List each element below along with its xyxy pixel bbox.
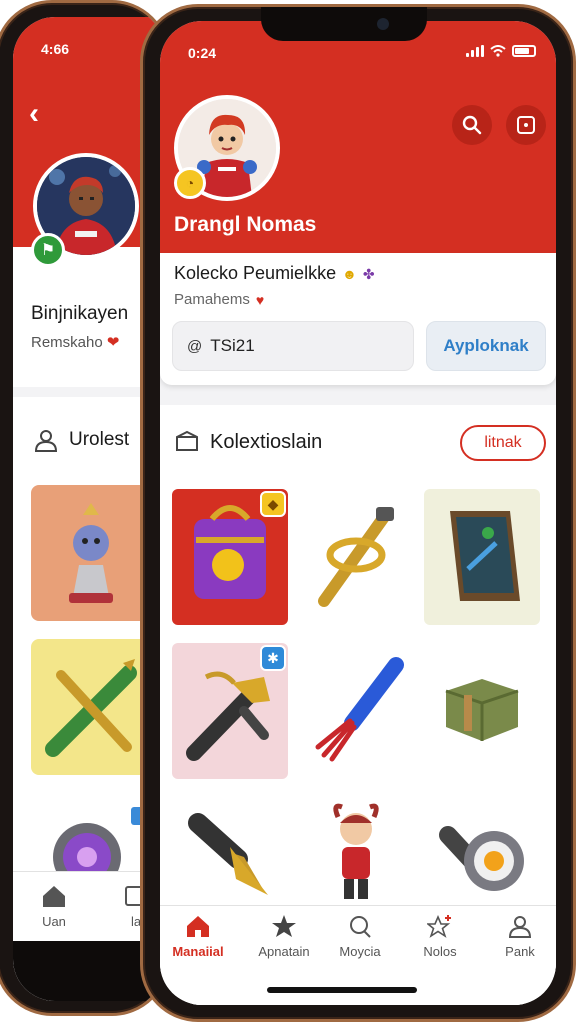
collection-item[interactable]: [172, 797, 288, 905]
code-value: TSi21: [210, 336, 255, 355]
tab-profile[interactable]: Pank: [482, 914, 556, 959]
card-subtitle: Pamahems ♥: [174, 291, 264, 308]
collection-item[interactable]: [298, 489, 414, 625]
tab-home[interactable]: Manaiial: [160, 914, 236, 959]
section-header: Urolest: [33, 427, 129, 453]
collection-item[interactable]: [31, 485, 151, 621]
tab-label: Uan: [42, 914, 66, 929]
search-icon: [350, 916, 371, 938]
collection-item[interactable]: [298, 797, 414, 905]
collection-item[interactable]: [424, 489, 540, 625]
tab-bar: Manaiial Apnatain Moycia Nolos Pank: [160, 905, 556, 971]
tab-label: Apnatain: [258, 944, 310, 959]
level-badge-icon: ◔: [174, 167, 206, 199]
star-plus-icon: [427, 914, 451, 938]
wifi-icon: [490, 45, 506, 57]
tab-favorites[interactable]: Apnatain: [246, 914, 322, 959]
tab-label: Moycia: [339, 944, 381, 959]
home-icon: [43, 886, 65, 907]
card-title-text: Kolecko Peumielkke: [174, 263, 337, 283]
tab-home[interactable]: Uan: [41, 884, 67, 929]
trophy-item-image: [69, 503, 113, 603]
profile-subtitle: Remskaho ❤: [31, 334, 120, 351]
section-title: Kolextioslain: [210, 430, 323, 453]
section-title: Urolest: [69, 429, 130, 450]
torch-item-image: [315, 657, 404, 762]
status-time: 4:66: [41, 41, 70, 57]
code-input[interactable]: @ TSi21: [172, 321, 414, 371]
tab-label: Pank: [505, 944, 535, 959]
puzzle-icon: ✤: [362, 265, 375, 282]
heart-gift-icon: ♥: [255, 291, 265, 308]
tab-label: Nolos: [423, 944, 457, 959]
tab-search[interactable]: Moycia: [322, 914, 398, 959]
crossed-tools-item-image: [45, 659, 137, 757]
collection-item[interactable]: ✱: [172, 643, 288, 779]
smiley-icon: ☻: [342, 265, 357, 282]
person-icon: [508, 916, 532, 938]
star-icon: [272, 915, 296, 937]
section-header: Kolextioslain: [174, 429, 322, 455]
search-icon: [462, 115, 482, 135]
front-phone: 0:24 ◔ Drangl Nomas Kolecko Peumielkke ☻…: [140, 4, 576, 1022]
sun-device-item-image: [439, 826, 524, 891]
profile-name: Binjnikayen: [31, 303, 129, 324]
back-arrow-icon[interactable]: ‹: [29, 97, 39, 131]
drill-item-image: [188, 813, 268, 895]
status-bar: 0:24: [160, 21, 556, 65]
collection-item[interactable]: [31, 639, 151, 775]
collection-item[interactable]: [424, 797, 540, 905]
front-phone-screen: 0:24 ◔ Drangl Nomas Kolecko Peumielkke ☻…: [160, 21, 556, 1005]
crate-item-image: [445, 679, 519, 741]
heart-icon: ❤: [106, 334, 120, 351]
tab-label: Manaiial: [172, 944, 224, 959]
home-indicator[interactable]: [267, 987, 417, 993]
key-item-image: [318, 507, 394, 607]
profile-username: Drangl Nomas: [174, 213, 317, 236]
card-title: Kolecko Peumielkke ☻ ✤: [174, 263, 375, 284]
menu-button[interactable]: [506, 105, 546, 145]
section-filter-button[interactable]: litnak: [460, 425, 546, 461]
status-bar: 4:66: [13, 17, 167, 61]
card-subtitle-text: Pamahems: [174, 291, 250, 308]
user-icon: [34, 430, 58, 452]
snowflake-icon: ✱: [260, 645, 286, 671]
collection-item[interactable]: ◆: [172, 489, 288, 625]
battery-icon: [512, 45, 536, 57]
home-icon: [187, 916, 209, 937]
tab-new[interactable]: Nolos: [402, 914, 478, 959]
status-time: 0:24: [188, 45, 217, 61]
status-icons: [466, 45, 536, 57]
at-icon: @: [187, 337, 203, 355]
collection-item[interactable]: [424, 643, 540, 779]
map-board-item-image: [450, 511, 520, 601]
apply-button[interactable]: Ayploknak: [426, 321, 546, 371]
goblin-figure-item-image: [333, 803, 379, 899]
team-badge-icon: ⚑: [31, 233, 65, 267]
rarity-badge-icon: ◆: [260, 491, 286, 517]
search-button[interactable]: [452, 105, 492, 145]
app-screenshot: 4:66 ‹ ⚑ Binjnikayen Remskaho ❤ Urolest …: [0, 0, 576, 1024]
collection-item[interactable]: [298, 643, 414, 779]
square-menu-icon: [517, 116, 535, 134]
signal-icon: [466, 45, 484, 57]
box-icon: [176, 430, 198, 451]
